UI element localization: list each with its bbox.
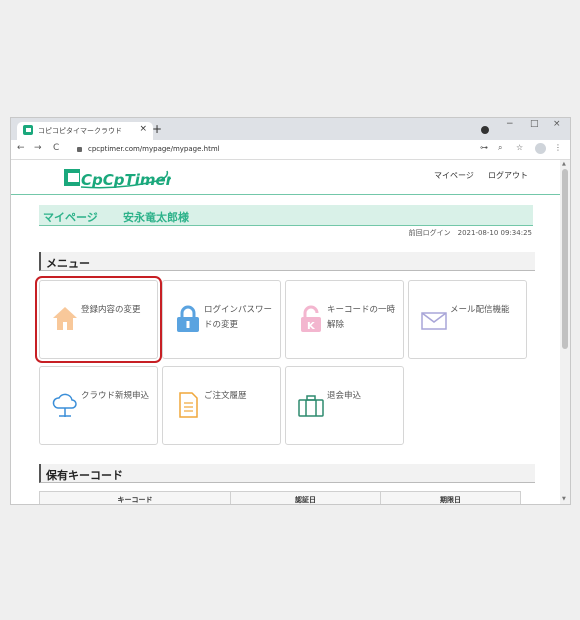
user-name: 安永竜太郎様 (123, 211, 189, 224)
menu-card-keycode-release[interactable]: K キーコードの一時解除 (285, 280, 404, 359)
new-tab-button[interactable]: + (152, 122, 162, 136)
menu-card-cloud-signup[interactable]: クラウド新規申込 (39, 366, 158, 445)
page-content: CpCpTimer マイページ ログアウト マイページ 安永竜太郎様 前回ログイ… (11, 160, 560, 504)
menu-label: ご注文履歴 (204, 391, 247, 401)
column-header: 期限日 (380, 491, 521, 504)
forward-button[interactable]: → (34, 143, 42, 153)
menu-label: クラウド新規申込 (81, 391, 150, 401)
browser-toolbar: ← → C cpcptimer.com/mypage/mypage.html ⊶… (11, 140, 570, 160)
tab-title: コピコピタイマークラウド (38, 127, 122, 135)
page-scrollbar[interactable]: ▲ ▼ (560, 160, 570, 504)
briefcase-icon (298, 395, 324, 417)
cpcptimer-logo[interactable]: CpCpTimer (61, 166, 171, 190)
maximize-button[interactable]: □ (530, 119, 539, 129)
scroll-up-icon[interactable]: ▲ (562, 161, 566, 167)
header-divider (11, 194, 560, 195)
menu-label: 登録内容の変更 (81, 305, 141, 315)
key-icon[interactable]: ⊶ (480, 143, 488, 152)
keycode-heading-text: 保有キーコード (46, 469, 123, 482)
minimize-button[interactable]: − (506, 119, 514, 129)
menu-heading-text: メニュー (46, 257, 90, 270)
last-login-info: 前回ログイン 2021-08-10 09:34:25 (408, 229, 532, 237)
page-title: マイページ (43, 211, 98, 224)
nav-logout-link[interactable]: ログアウト (488, 170, 528, 181)
menu-label: 退会申込 (327, 391, 362, 401)
menu-label: メール配信機能 (450, 305, 510, 315)
reload-button[interactable]: C (53, 143, 59, 153)
menu-card-edit-registration[interactable]: 登録内容の変更 (35, 276, 162, 363)
document-icon (179, 392, 198, 418)
menu-section-heading: メニュー (39, 252, 535, 271)
tab-close-button[interactable]: × (139, 124, 147, 134)
house-icon (53, 307, 77, 330)
keycode-section-heading: 保有キーコード (39, 464, 535, 483)
bookmark-star-icon[interactable]: ☆ (516, 143, 523, 152)
tab-strip: コピコピタイマークラウド × + − □ × (11, 118, 570, 140)
menu-card-order-history[interactable]: ご注文履歴 (162, 366, 281, 445)
close-window-button[interactable]: × (553, 119, 561, 129)
menu-card-mail-delivery[interactable]: メール配信機能 (408, 280, 527, 359)
mypage-title-bar: マイページ 安永竜太郎様 (39, 205, 533, 226)
menu-icon[interactable]: ⋮ (554, 143, 562, 152)
column-header: キーコード (39, 491, 231, 504)
padlock-icon (177, 305, 199, 332)
favicon-icon (23, 125, 33, 135)
browser-window: コピコピタイマークラウド × + − □ × ← → C cpcptimer.c… (10, 117, 571, 505)
download-indicator-icon[interactable] (481, 126, 489, 134)
browser-tab[interactable]: コピコピタイマークラウド × (17, 122, 153, 140)
lock-icon[interactable] (77, 147, 82, 152)
table-header-row: キーコード 認証日 期限日 (39, 491, 521, 504)
zoom-icon[interactable]: ⌕ (498, 143, 502, 153)
scrollbar-thumb[interactable] (562, 169, 568, 349)
keycode-table: キーコード 認証日 期限日 (39, 491, 521, 504)
back-button[interactable]: ← (17, 143, 25, 153)
column-header: 認証日 (230, 491, 381, 504)
scroll-down-icon[interactable]: ▼ (562, 496, 566, 502)
menu-card-change-password[interactable]: ログインパスワードの変更 (162, 280, 281, 359)
key-lock-icon: K (301, 305, 321, 332)
menu-label: キーコードの一時解除 (327, 305, 396, 330)
menu-card-cancel-membership[interactable]: 退会申込 (285, 366, 404, 445)
cloud-icon (52, 393, 77, 417)
address-bar[interactable]: cpcptimer.com/mypage/mypage.html (88, 145, 220, 153)
envelope-icon (421, 312, 447, 330)
nav-mypage-link[interactable]: マイページ (434, 170, 474, 181)
profile-avatar[interactable] (535, 143, 546, 154)
menu-label: ログインパスワードの変更 (204, 305, 273, 330)
svg-text:K: K (307, 321, 316, 332)
